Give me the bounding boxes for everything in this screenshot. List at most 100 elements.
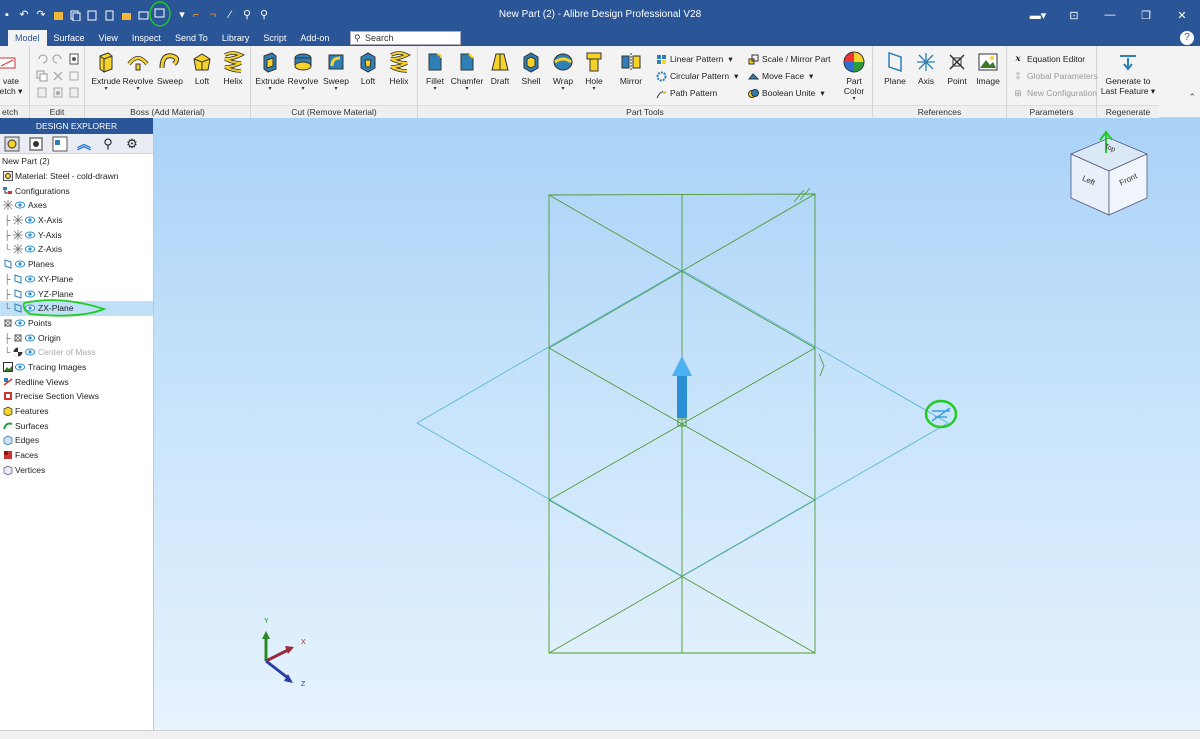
zx-plane[interactable]	[416, 269, 949, 577]
plane-button[interactable]: Plane	[878, 50, 912, 86]
visibility-eye-icon[interactable]	[24, 245, 36, 253]
tree-item-vertices[interactable]: Vertices	[0, 462, 153, 477]
explorer-view-icon[interactable]	[50, 135, 70, 153]
part-color-label: Part Color	[843, 76, 865, 96]
shell-button[interactable]: Shell	[514, 50, 548, 86]
move-face-button[interactable]: Move Face ▾	[747, 68, 813, 84]
tree-item-tracing-images[interactable]: Tracing Images	[0, 360, 153, 375]
image-button[interactable]: Image	[971, 50, 1005, 86]
redo-icon[interactable]	[52, 53, 64, 65]
new-configuration-button[interactable]: ⊞ New Configuration	[1012, 85, 1097, 101]
visibility-eye-icon[interactable]	[24, 275, 36, 283]
tree-item-surfaces[interactable]: Surfaces	[0, 418, 153, 433]
tab-model[interactable]: Model	[8, 30, 47, 46]
gear-icon[interactable]: ⚙	[122, 135, 142, 153]
part-color-button[interactable]: Part Color ▾	[835, 50, 873, 102]
boolean-unite-button[interactable]: Boolean Unite ▾	[747, 85, 825, 101]
3d-viewport[interactable]: Top Left Front Y X Z	[154, 118, 1200, 730]
circular-pattern-button[interactable]: Circular Pattern ▾	[655, 68, 738, 84]
visibility-eye-icon[interactable]	[24, 348, 36, 356]
collapse-all-icon[interactable]: ︽	[74, 135, 94, 153]
visibility-eye-icon[interactable]	[24, 231, 36, 239]
help-icon[interactable]: ?	[1180, 31, 1194, 45]
cut-extrude-button[interactable]: Extrude ▾	[253, 50, 287, 92]
restore-icon[interactable]: ❐	[1128, 0, 1164, 30]
tab-script[interactable]: Script	[256, 30, 293, 46]
visibility-eye-icon[interactable]	[14, 260, 26, 268]
tree-item-axes[interactable]: Axes	[0, 198, 153, 213]
duplicate-icon[interactable]	[68, 86, 80, 98]
minimize-icon[interactable]: —	[1092, 0, 1128, 30]
part-tree-icon[interactable]	[2, 135, 22, 153]
boss-sweep-button[interactable]: Sweep	[153, 50, 187, 86]
boss-helix-button[interactable]: Helix	[216, 50, 250, 86]
boss-revolve-button[interactable]: Revolve ▾	[121, 50, 155, 92]
undo-icon[interactable]	[36, 53, 48, 65]
tree-item-planes[interactable]: Planes	[0, 257, 153, 272]
copy-icon[interactable]	[36, 70, 48, 82]
tab-add-on[interactable]: Add-on	[293, 30, 336, 46]
cut-revolve-button[interactable]: Revolve ▾	[286, 50, 320, 92]
settings-gear-icon[interactable]	[26, 135, 46, 153]
activate-sketch-button[interactable]: vate etch ▾	[0, 50, 30, 96]
mirror-button[interactable]: Mirror	[614, 50, 648, 86]
point-button[interactable]: Point	[940, 50, 974, 86]
linear-pattern-button[interactable]: Linear Pattern ▾	[655, 51, 733, 67]
tree-item-points[interactable]: Points	[0, 316, 153, 331]
tab-inspect[interactable]: Inspect	[125, 30, 168, 46]
tree-connector: ├	[4, 229, 11, 240]
chamfer-button[interactable]: Chamfer ▾	[450, 50, 484, 92]
tree-item-origin[interactable]: ├ Origin	[0, 330, 153, 345]
properties-icon[interactable]	[68, 53, 80, 65]
tree-item-faces[interactable]: Faces	[0, 448, 153, 463]
cut-icon[interactable]	[68, 70, 80, 82]
delete-icon[interactable]	[52, 70, 64, 82]
paste-special-icon[interactable]	[52, 86, 64, 98]
collapse-ribbon-icon[interactable]: ⌃	[1188, 92, 1196, 103]
generate-to-last-feature-button[interactable]: Generate to Last Feature ▾	[1097, 50, 1159, 96]
equation-editor-button[interactable]: x Equation Editor	[1012, 51, 1085, 67]
fillet-button[interactable]: Fillet ▾	[418, 50, 452, 92]
global-parameters-button[interactable]: ⁑ Global Parameters	[1012, 68, 1098, 84]
tree-item-x-axis[interactable]: ├ X-Axis	[0, 213, 153, 228]
path-pattern-button[interactable]: Path Pattern	[655, 85, 717, 101]
tree-item-precise-section-views[interactable]: Precise Section Views	[0, 389, 153, 404]
axis-button[interactable]: Axis	[909, 50, 943, 86]
cut-loft-button[interactable]: Loft	[351, 50, 385, 86]
boss-extrude-button[interactable]: Extrude ▾	[89, 50, 123, 92]
paste-icon[interactable]	[36, 86, 48, 98]
plane-handle-icon	[793, 187, 811, 203]
tree-item-redline-views[interactable]: Redline Views	[0, 374, 153, 389]
draft-button[interactable]: Draft	[483, 50, 517, 86]
tree-item-y-axis[interactable]: ├ Y-Axis	[0, 227, 153, 242]
tree-item-edges[interactable]: Edges	[0, 433, 153, 448]
cut-helix-button[interactable]: Helix	[382, 50, 416, 86]
tree-item-zx-plane[interactable]: └ ZX-Plane	[0, 299, 153, 317]
tab-library[interactable]: Library	[215, 30, 257, 46]
close-icon[interactable]: ✕	[1164, 0, 1200, 30]
tree-item-z-axis[interactable]: └ Z-Axis	[0, 242, 153, 257]
tree-item-xy-plane[interactable]: ├ XY-Plane	[0, 272, 153, 287]
hole-button[interactable]: Hole ▾	[577, 50, 611, 92]
tree-item-configurations[interactable]: Configurations	[0, 183, 153, 198]
tab-surface[interactable]: Surface	[47, 30, 92, 46]
tab-send-to[interactable]: Send To	[168, 30, 215, 46]
visibility-eye-icon[interactable]	[14, 319, 26, 327]
tab-view[interactable]: View	[92, 30, 125, 46]
visibility-eye-icon[interactable]	[14, 201, 26, 209]
display-mode-icon[interactable]: ▬▾	[1020, 0, 1056, 30]
search-icon[interactable]: ⚲	[98, 135, 118, 153]
tree-item-features[interactable]: Features	[0, 404, 153, 419]
boss-loft-button[interactable]: Loft	[185, 50, 219, 86]
tree-item-material-steel-cold-drawn[interactable]: Material: Steel - cold-drawn	[0, 169, 153, 184]
visibility-eye-icon[interactable]	[24, 216, 36, 224]
tree-item-new-part-2[interactable]: New Part (2)	[0, 154, 153, 169]
visibility-eye-icon[interactable]	[24, 334, 36, 342]
wrap-button[interactable]: Wrap ▾	[546, 50, 580, 92]
search-input[interactable]: ⚲ Search	[350, 31, 461, 45]
scale-mirror-part-button[interactable]: Scale / Mirror Part	[747, 51, 831, 67]
cut-sweep-button[interactable]: Sweep ▾	[319, 50, 353, 92]
visibility-eye-icon[interactable]	[14, 363, 26, 371]
panel-icon[interactable]: ⊡	[1056, 0, 1092, 30]
tree-item-center-of-mass[interactable]: └ Center of Mass	[0, 345, 153, 360]
